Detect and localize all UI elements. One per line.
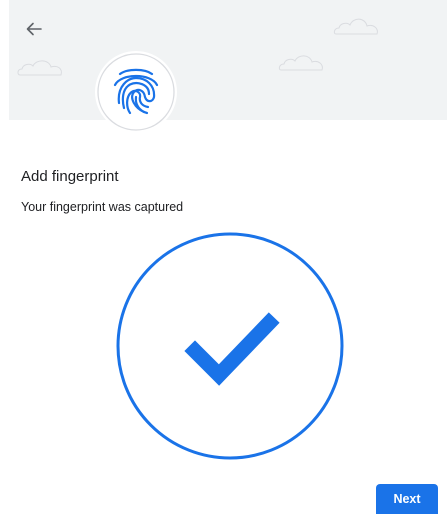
header-banner (9, 0, 447, 120)
next-button[interactable]: Next (376, 484, 438, 514)
page-title: Add fingerprint (21, 168, 119, 185)
cloud-decoration (278, 55, 323, 71)
status-message: Your fingerprint was captured (21, 200, 184, 214)
checkmark-circle-icon (116, 232, 344, 460)
back-button[interactable] (22, 17, 46, 41)
arrow-left-icon (26, 22, 42, 36)
fingerprint-badge (95, 51, 177, 133)
cloud-decoration (333, 18, 378, 35)
cloud-decoration (17, 60, 62, 76)
fingerprint-setup-page: Add fingerprint Your fingerprint was cap… (0, 0, 447, 514)
